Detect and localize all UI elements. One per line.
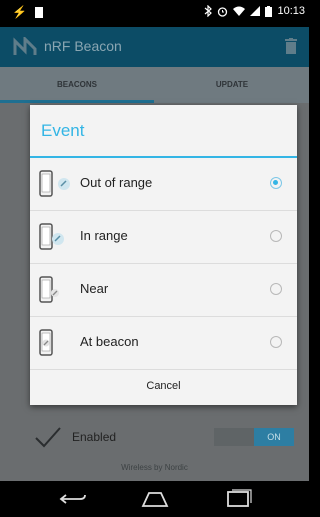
option-label: Out of range (80, 175, 153, 190)
status-time: 10:13 (277, 5, 305, 17)
status-bar: ⚡ 10:13 (0, 0, 309, 27)
event-dialog: Event Out of range In range Near At beac… (30, 105, 297, 405)
phone-in-range-icon (39, 223, 64, 250)
option-label: Near (80, 281, 109, 296)
signal-icon (250, 6, 261, 16)
radio-button[interactable] (270, 283, 282, 295)
option-in-range[interactable]: In range (30, 211, 297, 264)
phone-far-icon (39, 170, 70, 197)
radio-button-checked[interactable] (270, 177, 282, 189)
usb-icon: ⚡ (12, 5, 27, 19)
toggle-on-label: ON (254, 428, 294, 446)
option-out-of-range[interactable]: Out of range (30, 158, 297, 211)
battery-icon (265, 5, 273, 17)
bluetooth-icon (205, 5, 213, 17)
phone-near-icon (39, 276, 59, 303)
delete-icon[interactable] (285, 38, 297, 54)
option-near[interactable]: Near (30, 264, 297, 317)
enabled-label: Enabled (72, 430, 117, 444)
recent-apps-icon[interactable] (224, 489, 254, 509)
alarm-icon (218, 6, 228, 17)
app-bar: nRF Beacon (0, 27, 309, 67)
radio-button[interactable] (270, 230, 282, 242)
cancel-button[interactable]: Cancel (30, 367, 297, 405)
enabled-toggle[interactable]: ON (214, 428, 294, 446)
tab-update[interactable]: UPDATE (155, 67, 309, 103)
check-icon (35, 427, 61, 448)
dialog-title: Event (41, 121, 85, 140)
option-label: At beacon (80, 334, 139, 349)
phone-at-beacon-icon (39, 329, 53, 356)
wifi-icon (233, 6, 246, 16)
home-icon[interactable] (140, 489, 170, 509)
footer-text: Wireless by Nordic (121, 463, 188, 472)
enabled-row: Enabled ON (0, 421, 309, 461)
option-at-beacon[interactable]: At beacon (30, 317, 297, 370)
notification-icon (34, 6, 43, 18)
tab-beacons[interactable]: BEACONS (0, 67, 154, 103)
back-icon[interactable] (58, 489, 88, 509)
radio-button[interactable] (270, 336, 282, 348)
nordic-logo-icon (13, 37, 37, 55)
tab-bar: BEACONS UPDATE (0, 67, 309, 103)
navigation-bar (0, 481, 309, 517)
option-label: In range (80, 228, 128, 243)
app-title: nRF Beacon (44, 38, 122, 54)
